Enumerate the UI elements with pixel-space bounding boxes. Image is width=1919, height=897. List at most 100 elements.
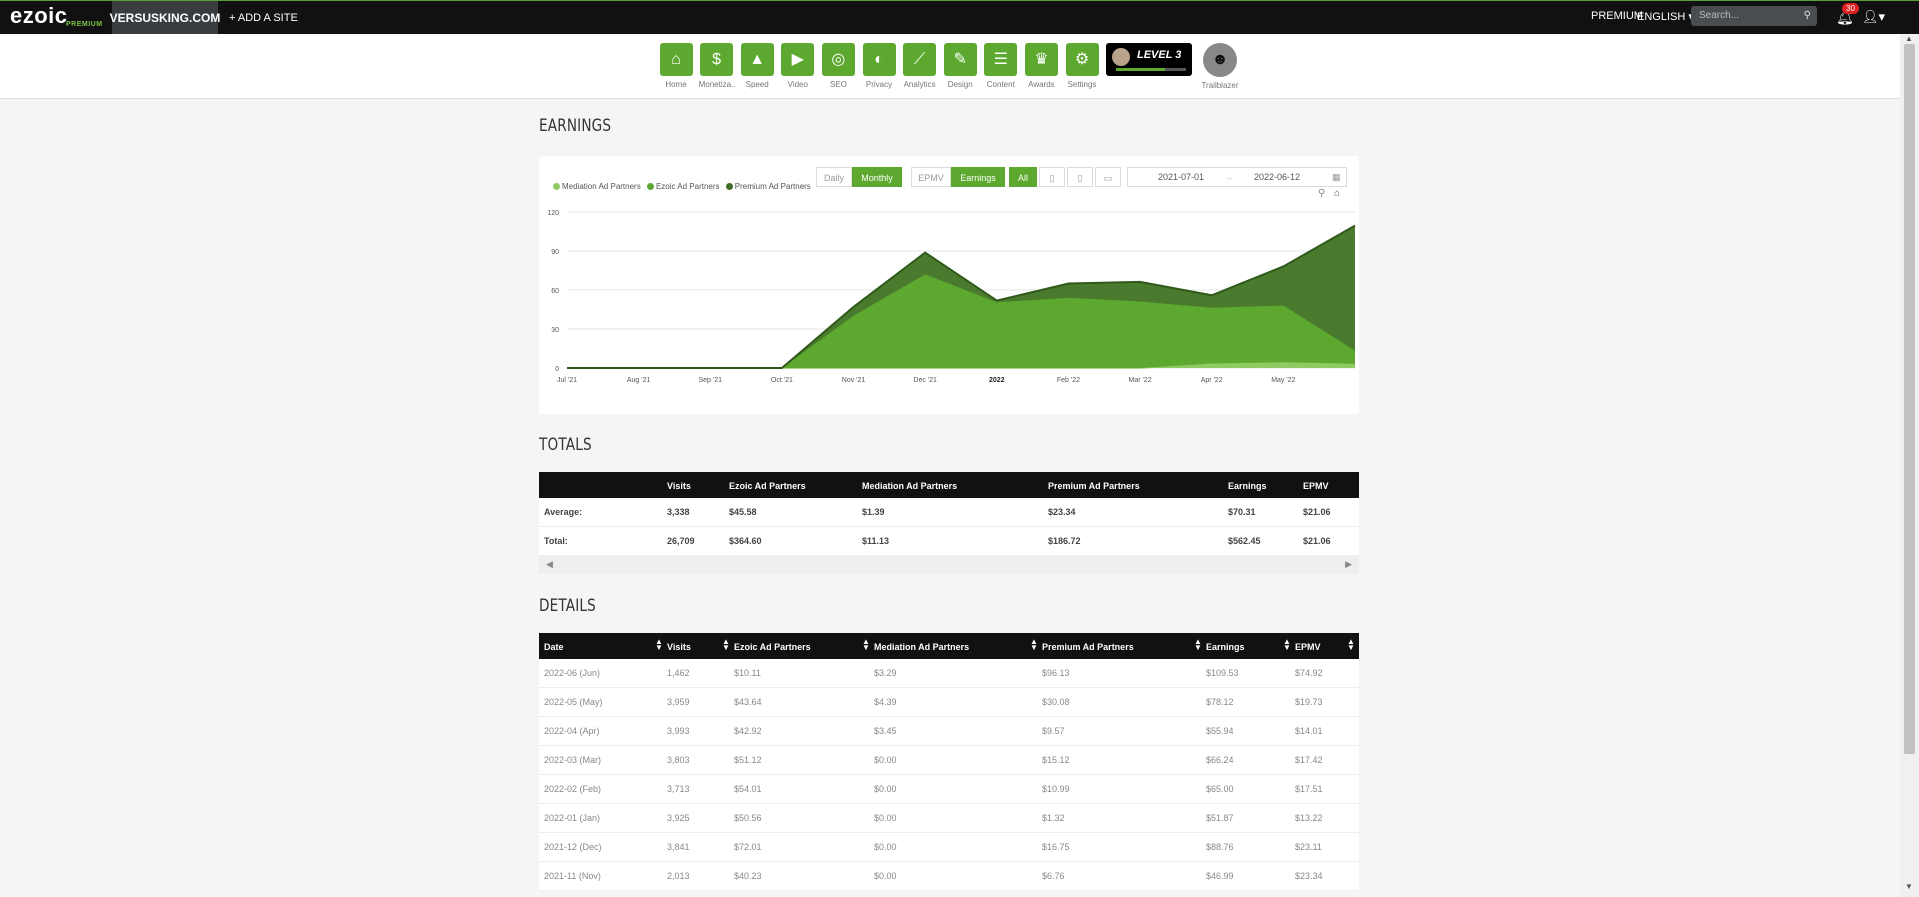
sort-icon[interactable]: ▲ ▼ (1347, 638, 1355, 652)
nav-label: Analytics (903, 80, 936, 89)
details-cell: 3,841 (667, 842, 690, 852)
nav-item-awards[interactable]: ♛ Awards (1023, 43, 1059, 89)
device-all-button[interactable]: All (1009, 167, 1037, 187)
scroll-down-arrow[interactable]: ▼ (1905, 882, 1913, 891)
nav-item-privacy[interactable]: ◐ Privacy (861, 43, 897, 89)
details-cell: $66.24 (1206, 755, 1234, 765)
totals-header: Visits Ezoic Ad Partners Mediation Ad Part… (539, 472, 1359, 498)
nav-label: Settings (1067, 80, 1097, 89)
calendar-icon[interactable]: ▦ (1332, 172, 1341, 183)
trailblazer-item[interactable]: ☻ Trailblazer (1200, 43, 1240, 90)
sort-icon[interactable]: ▲ ▼ (1194, 638, 1202, 652)
nav-item-seo[interactable]: ◎ SEO (820, 43, 856, 89)
details-cell: $0.00 (874, 871, 897, 881)
details-header-cell[interactable]: Earnings (1206, 642, 1245, 652)
mobile-device-button[interactable]: ▯ (1067, 167, 1093, 187)
x-tick-label: May '22 (1271, 377, 1295, 384)
details-cell: $15.12 (1042, 755, 1070, 765)
details-cell: $10.11 (734, 668, 761, 678)
user-menu-icon[interactable]: 👤︎▾ (1862, 9, 1885, 25)
earnings-button[interactable]: Earnings (951, 167, 1005, 187)
legend-ezoic[interactable]: Ezoic Ad Partners (656, 182, 720, 191)
desktop-device-button[interactable]: ▭ (1095, 167, 1121, 187)
sort-icon[interactable]: ▲ ▼ (655, 638, 663, 652)
level-text: LEVEL 3 (1137, 49, 1182, 61)
tablet-device-button[interactable]: ▯ (1039, 167, 1065, 187)
details-header-cell[interactable]: Mediation Ad Partners (874, 642, 969, 652)
sort-icon[interactable]: ▲ ▼ (722, 638, 730, 652)
totals-cell: $21.06 (1303, 507, 1331, 517)
details-row: 2021-11 (Nov) 2,013 $40.23 $0.00 $6.76 $46.99… (539, 862, 1359, 891)
chart-icon: ⟋ (903, 43, 937, 76)
scroll-left-arrow[interactable]: ◀ (546, 559, 553, 570)
x-tick-label: Nov '21 (842, 377, 866, 384)
totals-cell: $562.45 (1228, 536, 1261, 546)
details-header-cell[interactable]: Ezoic Ad Partners (734, 642, 811, 652)
totals-header-cell: EPMV (1303, 481, 1329, 491)
search-icon[interactable]: ⚲ (1804, 6, 1811, 26)
sort-icon[interactable]: ▲ ▼ (1030, 638, 1038, 652)
totals-cell: $21.06 (1303, 536, 1331, 546)
details-cell: $46.99 (1206, 871, 1234, 881)
avatar (1112, 48, 1130, 66)
details-cell: $109.53 (1206, 668, 1239, 678)
nav-label: Design (947, 80, 973, 89)
totals-cell: $11.13 (862, 536, 890, 546)
tool-nav: LEVEL 3 ☻ Trailblazer ⌂ Home $ Monetiza... ▲… (0, 34, 1900, 99)
add-site-link[interactable]: + ADD A SITE (229, 1, 298, 34)
details-cell: $65.00 (1206, 784, 1234, 794)
page-scrollbar[interactable]: ▲ ▼ (1900, 34, 1919, 897)
details-cell: $6.76 (1042, 871, 1065, 881)
nav-item-home[interactable]: ⌂ Home (658, 43, 694, 89)
date-range-picker[interactable]: 2021-07-01 → 2022-06-12 ▦ (1127, 167, 1347, 187)
details-header-cell[interactable]: Premium Ad Partners (1042, 642, 1134, 652)
search-input[interactable]: Search... ⚲ (1691, 6, 1817, 26)
monthly-button[interactable]: Monthly (852, 167, 902, 187)
site-tab[interactable]: VERSUSKING.COM (110, 1, 220, 34)
nav-item-design[interactable]: ✎ Design (942, 43, 978, 89)
totals-row: Average: 3,338 $45.58 $1.39 $23.34 $70.31 $21.… (539, 498, 1359, 527)
x-tick-label: Jul '21 (557, 377, 577, 384)
totals-cell: $186.72 (1048, 536, 1081, 546)
scroll-right-arrow[interactable]: ▶ (1345, 559, 1352, 570)
details-row: 2022-02 (Feb) 3,713 $54.01 $0.00 $10.99 $65.0… (539, 775, 1359, 804)
sort-icon[interactable]: ▲ ▼ (1283, 638, 1291, 652)
details-header-cell[interactable]: Visits (667, 642, 691, 652)
details-cell: 2022-01 (Jan) (544, 813, 601, 823)
details-cell: $74.92 (1295, 668, 1323, 678)
daily-button[interactable]: Daily (816, 167, 852, 187)
ezoic-logo[interactable]: ezoic PREMIUM (10, 3, 102, 29)
premium-link[interactable]: PREMIUM (1591, 10, 1643, 22)
details-cell: $13.22 (1295, 813, 1323, 823)
legend-premium[interactable]: Premium Ad Partners (735, 182, 811, 191)
details-header-cell[interactable]: Date (544, 642, 564, 652)
nav-item-content[interactable]: ☰ Content (983, 43, 1019, 89)
y-tick-label: 30 (551, 327, 559, 334)
details-cell: 3,959 (667, 697, 690, 707)
nav-item-speed[interactable]: ▲ Speed (739, 43, 775, 89)
legend-mediation[interactable]: Mediation Ad Partners (562, 182, 641, 191)
details-cell: $88.76 (1206, 842, 1234, 852)
epmv-button[interactable]: EPMV (911, 167, 951, 187)
x-tick-label: Mar '22 (1129, 377, 1152, 384)
nav-item-analytics[interactable]: ⟋ Analytics (902, 43, 938, 89)
nav-item-monetiza[interactable]: $ Monetiza... (699, 43, 735, 89)
totals-horizontal-scrollbar[interactable]: ◀ ▶ (539, 556, 1359, 574)
language-dropdown[interactable]: ENGLISH ▾ (1637, 10, 1694, 23)
details-row: 2021-12 (Dec) 3,841 $72.01 $0.00 $16.75 $88.7… (539, 833, 1359, 862)
nav-item-video[interactable]: ▶ Video (780, 43, 816, 89)
sort-icon[interactable]: ▲ ▼ (862, 638, 870, 652)
scroll-up-arrow[interactable]: ▲ (1905, 34, 1913, 43)
scroll-thumb[interactable] (1904, 44, 1915, 754)
earnings-title: EARNINGS (539, 116, 612, 136)
video-icon: ▶ (781, 43, 815, 76)
nav-item-settings[interactable]: ⚙ Settings (1064, 43, 1100, 89)
details-row: 2022-05 (May) 3,959 $43.64 $4.39 $30.08 $78.1… (539, 688, 1359, 717)
x-tick-label: Oct '21 (771, 377, 793, 384)
logo-subtitle: PREMIUM (66, 21, 103, 28)
details-header-cell[interactable]: EPMV (1295, 642, 1321, 652)
details-cell: $78.12 (1206, 697, 1234, 707)
details-cell: $23.34 (1295, 871, 1323, 881)
level-badge[interactable]: LEVEL 3 (1106, 43, 1192, 76)
totals-header-cell: Premium Ad Partners (1048, 481, 1140, 491)
